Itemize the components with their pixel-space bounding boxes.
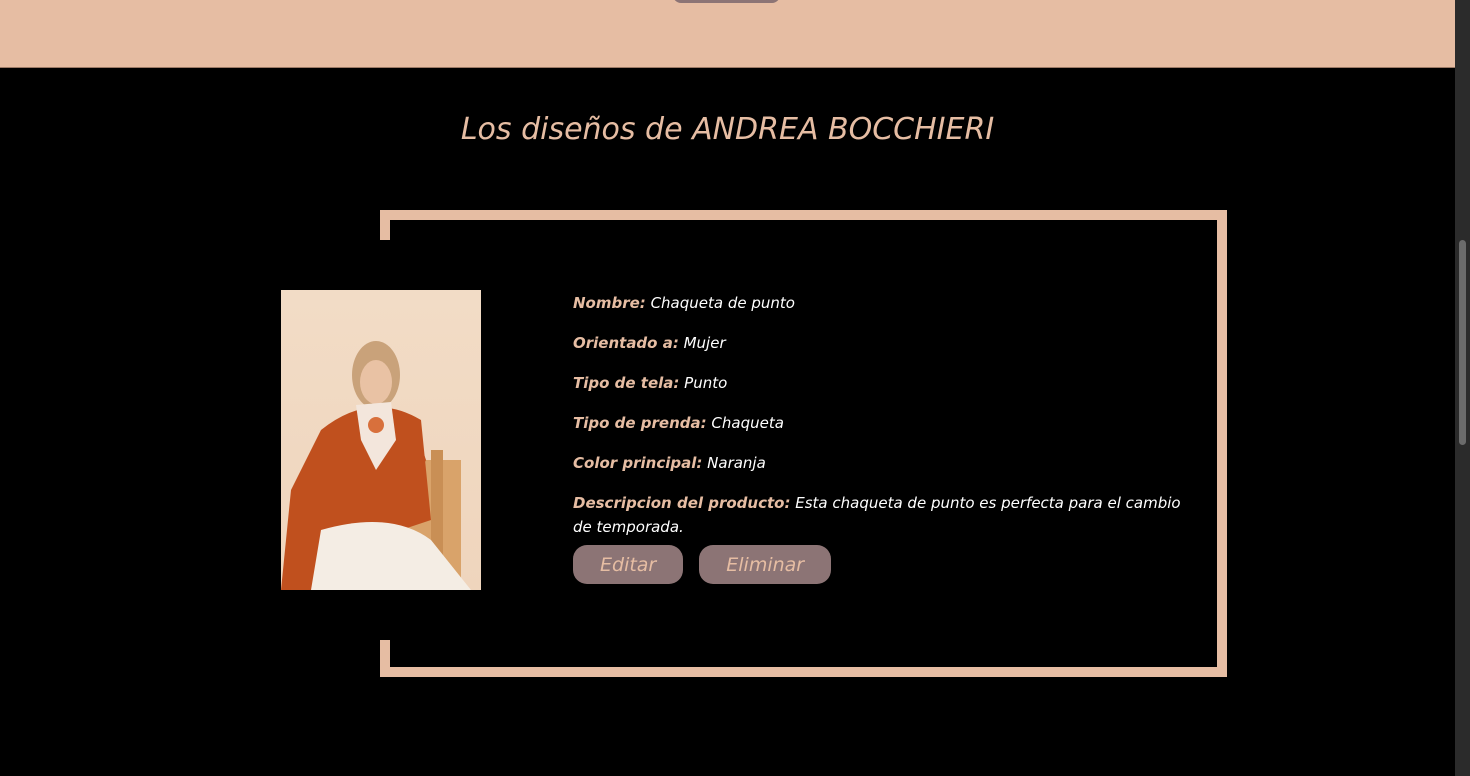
frame-border-left-bottom xyxy=(380,640,390,677)
frame-border-top xyxy=(380,210,1227,220)
field-value: Punto xyxy=(684,374,728,392)
field-label: Color principal: xyxy=(573,454,703,472)
header-band xyxy=(0,0,1455,68)
field-label: Descripcion del producto: xyxy=(573,494,791,512)
field-value: Mujer xyxy=(683,334,726,352)
field-value: Chaqueta xyxy=(711,414,784,432)
edit-button[interactable]: Editar xyxy=(573,545,684,584)
scrollbar[interactable] xyxy=(1455,0,1470,776)
field-tipo-tela: Tipo de tela: Punto xyxy=(573,374,1183,393)
field-orientado: Orientado a: Mujer xyxy=(573,334,1183,353)
frame-border-bottom xyxy=(380,667,1227,677)
field-value: Chaqueta de punto xyxy=(650,294,795,312)
field-label: Orientado a: xyxy=(573,334,679,352)
field-tipo-prenda: Tipo de prenda: Chaqueta xyxy=(573,414,1183,433)
field-label: Nombre: xyxy=(573,294,646,312)
field-value: Naranja xyxy=(707,454,766,472)
frame-border-left-top xyxy=(380,210,390,240)
frame-border-right xyxy=(1217,210,1227,677)
field-label: Tipo de tela: xyxy=(573,374,680,392)
scrollbar-thumb[interactable] xyxy=(1459,240,1466,445)
field-label: Tipo de prenda: xyxy=(573,414,707,432)
header-button[interactable] xyxy=(673,0,780,3)
page-title: Los diseños de ANDREA BOCCHIERI xyxy=(460,112,995,147)
product-image xyxy=(281,290,481,590)
field-nombre: Nombre: Chaqueta de punto xyxy=(573,294,1183,313)
field-color: Color principal: Naranja xyxy=(573,454,1183,473)
delete-button[interactable]: Eliminar xyxy=(699,545,832,584)
product-details: Nombre: Chaqueta de punto Orientado a: M… xyxy=(573,294,1183,584)
field-descripcion: Descripcion del producto: Esta chaqueta … xyxy=(573,491,1183,539)
